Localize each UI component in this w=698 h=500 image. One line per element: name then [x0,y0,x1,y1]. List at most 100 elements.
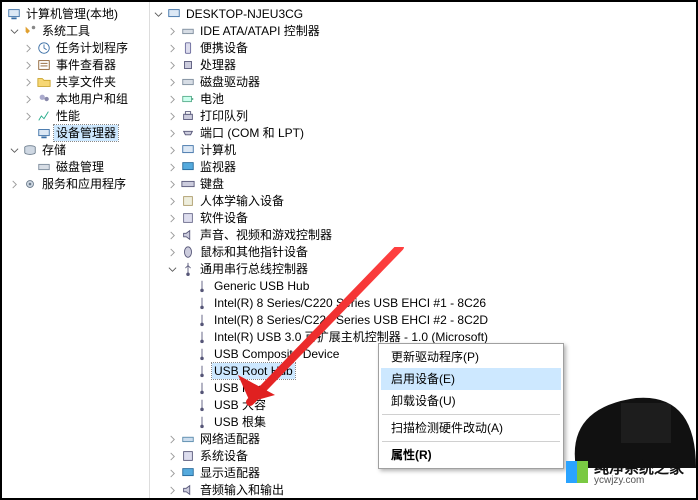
chevron-right-icon[interactable] [166,433,178,445]
usb-device-icon [194,312,210,328]
chevron-right-icon[interactable] [166,110,178,122]
cat-battery[interactable]: 电池 [152,91,694,107]
computer-icon [166,6,182,22]
chevron-right-icon[interactable] [166,246,178,258]
chevron-down-icon[interactable] [8,144,20,156]
keyboard-icon [180,176,196,192]
label: 任务计划程序 [54,40,130,56]
label: 系统工具 [40,23,92,39]
chevron-down-icon[interactable] [152,8,164,20]
label: 便携设备 [198,40,250,56]
event-icon [36,57,52,73]
cat-cpu[interactable]: 处理器 [152,57,694,73]
network-icon [180,431,196,447]
chevron-right-icon[interactable] [166,467,178,479]
chevron-right-icon[interactable] [8,178,20,190]
label: USB Root Hub [212,363,295,379]
chevron-right-icon[interactable] [166,229,178,241]
usb-device-icon [194,397,210,413]
label: 存储 [40,142,68,158]
users-icon [36,91,52,107]
label: 本地用户和组 [54,91,130,107]
chevron-right-icon[interactable] [166,195,178,207]
device-tree: DESKTOP-NJEU3CG IDE ATA/ATAPI 控制器 便携设备 处… [150,2,696,498]
menu-enable-device[interactable]: 启用设备(E) [381,368,561,390]
label: DESKTOP-NJEU3CG [184,6,305,22]
gear-icon [22,176,38,192]
cat-software[interactable]: 软件设备 [152,210,694,226]
software-icon [180,210,196,226]
cat-mouse[interactable]: 鼠标和其他指针设备 [152,244,694,260]
chevron-right-icon[interactable] [22,110,34,122]
chevron-right-icon[interactable] [22,93,34,105]
node-services-apps[interactable]: 服务和应用程序 [4,176,147,192]
label: 性能 [54,108,82,124]
cat-keyboard[interactable]: 键盘 [152,176,694,192]
mouse-icon [180,244,196,260]
chevron-right-icon[interactable] [166,144,178,156]
cat-hid[interactable]: 人体学输入设备 [152,193,694,209]
cat-ide[interactable]: IDE ATA/ATAPI 控制器 [152,23,694,39]
chevron-right-icon[interactable] [166,42,178,54]
cat-ports[interactable]: 端口 (COM 和 LPT) [152,125,694,141]
chevron-right-icon[interactable] [166,212,178,224]
sysdev-icon [180,448,196,464]
cat-sound[interactable]: 声音、视频和游戏控制器 [152,227,694,243]
chevron-down-icon[interactable] [8,25,20,37]
cat-portable[interactable]: 便携设备 [152,40,694,56]
chevron-right-icon[interactable] [22,59,34,71]
label: 监视器 [198,159,238,175]
usb-device-icon [194,363,210,379]
node-device-manager[interactable]: 设备管理器 [4,125,147,141]
label: USB 根集 [212,414,268,430]
node-local-users[interactable]: 本地用户和组 [4,91,147,107]
node-shared-folders[interactable]: 共享文件夹 [4,74,147,90]
cat-printq[interactable]: 打印队列 [152,108,694,124]
node-event-viewer[interactable]: 事件查看器 [4,57,147,73]
usb-device-icon [194,414,210,430]
context-menu: 更新驱动程序(P) 启用设备(E) 卸载设备(U) 扫描检测硬件改动(A) 属性… [378,343,564,469]
dev-ehci1[interactable]: Intel(R) 8 Series/C220 Series USB EHCI #… [152,295,694,311]
hdd-icon [180,74,196,90]
node-desktop-root[interactable]: DESKTOP-NJEU3CG [152,6,694,22]
menu-uninstall-device[interactable]: 卸载设备(U) [381,390,561,412]
cat-monitor[interactable]: 监视器 [152,159,694,175]
label: 显示适配器 [198,465,262,481]
menu-properties[interactable]: 属性(R) [381,444,561,466]
label: 键盘 [198,176,226,192]
label: 人体学输入设备 [198,193,286,209]
node-performance[interactable]: 性能 [4,108,147,124]
menu-scan-hardware[interactable]: 扫描检测硬件改动(A) [381,417,561,439]
chevron-right-icon[interactable] [166,25,178,37]
node-computer-management[interactable]: 计算机管理(本地) [4,6,147,22]
chevron-right-icon[interactable] [166,178,178,190]
menu-update-driver[interactable]: 更新驱动程序(P) [381,346,561,368]
node-disk-mgmt[interactable]: 磁盘管理 [4,159,147,175]
chevron-right-icon[interactable] [166,76,178,88]
chevron-right-icon[interactable] [166,127,178,139]
cat-computer[interactable]: 计算机 [152,142,694,158]
dev-generic-usb-hub[interactable]: Generic USB Hub [152,278,694,294]
chevron-right-icon[interactable] [22,76,34,88]
chevron-down-icon[interactable] [166,263,178,275]
label: 处理器 [198,57,238,73]
folder-icon [36,74,52,90]
node-task-scheduler[interactable]: 任务计划程序 [4,40,147,56]
monitor-icon [180,159,196,175]
display-icon [180,465,196,481]
cat-audio[interactable]: 音频输入和输出 [152,482,694,498]
node-storage[interactable]: 存储 [4,142,147,158]
label: 计算机管理(本地) [24,6,120,22]
chevron-right-icon[interactable] [166,59,178,71]
chevron-right-icon[interactable] [22,42,34,54]
cat-disk[interactable]: 磁盘驱动器 [152,74,694,90]
chevron-right-icon[interactable] [166,484,178,496]
cat-usb[interactable]: 通用串行总线控制器 [152,261,694,277]
chevron-right-icon[interactable] [166,161,178,173]
node-system-tools[interactable]: 系统工具 [4,23,147,39]
dev-ehci2[interactable]: Intel(R) 8 Series/C220 Series USB EHCI #… [152,312,694,328]
chevron-right-icon[interactable] [166,450,178,462]
storage-icon [22,142,38,158]
disk-icon [36,159,52,175]
chevron-right-icon[interactable] [166,93,178,105]
